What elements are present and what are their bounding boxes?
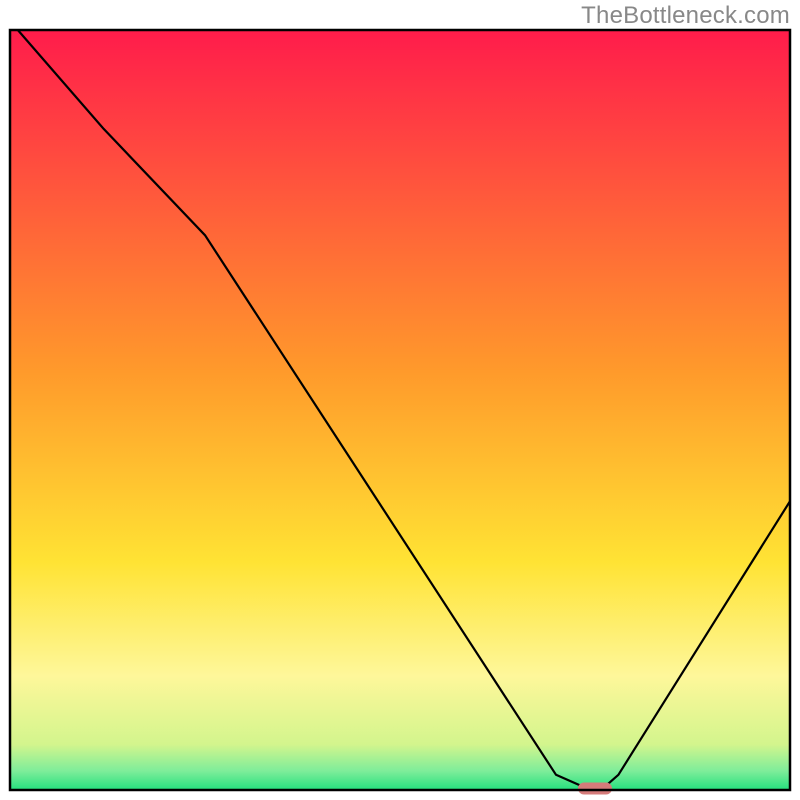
chart-container: TheBottleneck.com — [0, 0, 800, 800]
chart-background — [10, 30, 790, 790]
chart-svg — [0, 0, 800, 800]
watermark-text: TheBottleneck.com — [581, 2, 790, 30]
min-marker — [578, 782, 612, 794]
